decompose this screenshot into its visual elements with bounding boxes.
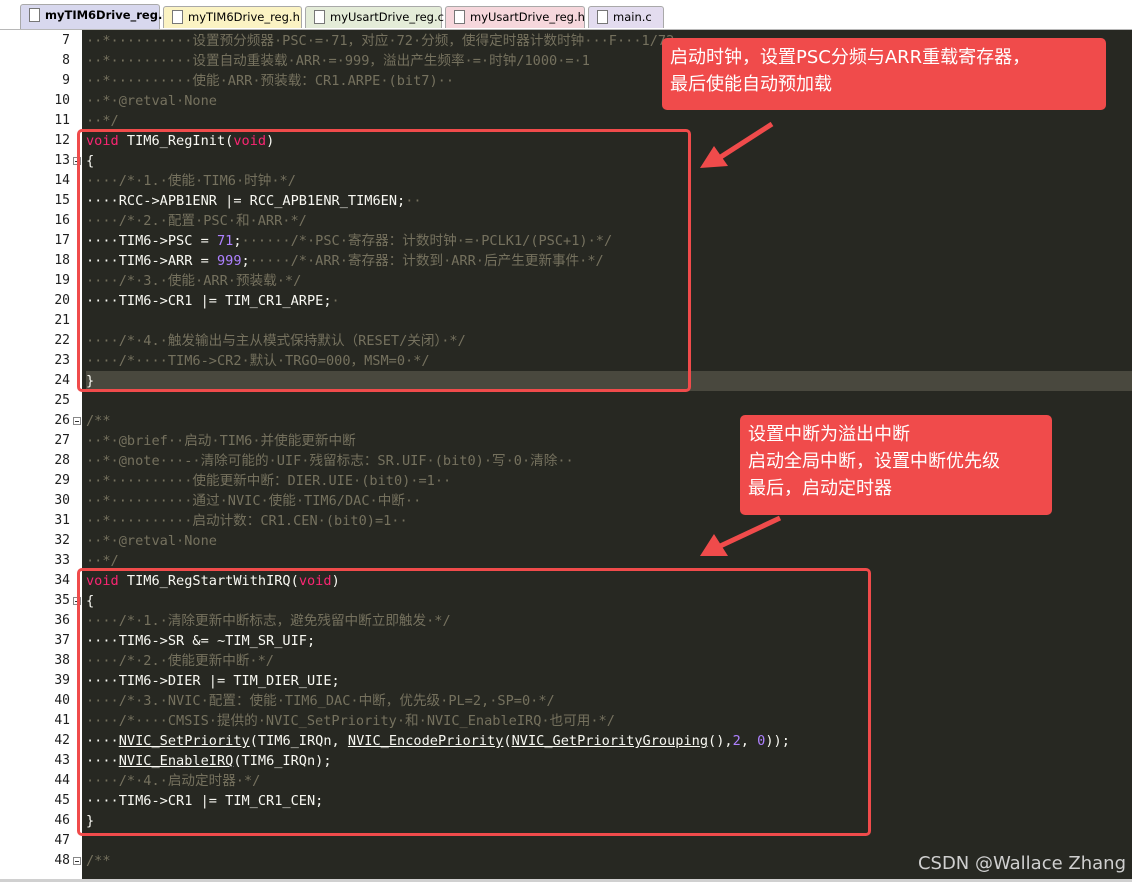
arrow-init [700, 121, 774, 168]
watermark: CSDN @Wallace Zhang [917, 853, 1126, 874]
arrow-to-init-block [700, 121, 782, 556]
arrow-irq [700, 515, 782, 556]
